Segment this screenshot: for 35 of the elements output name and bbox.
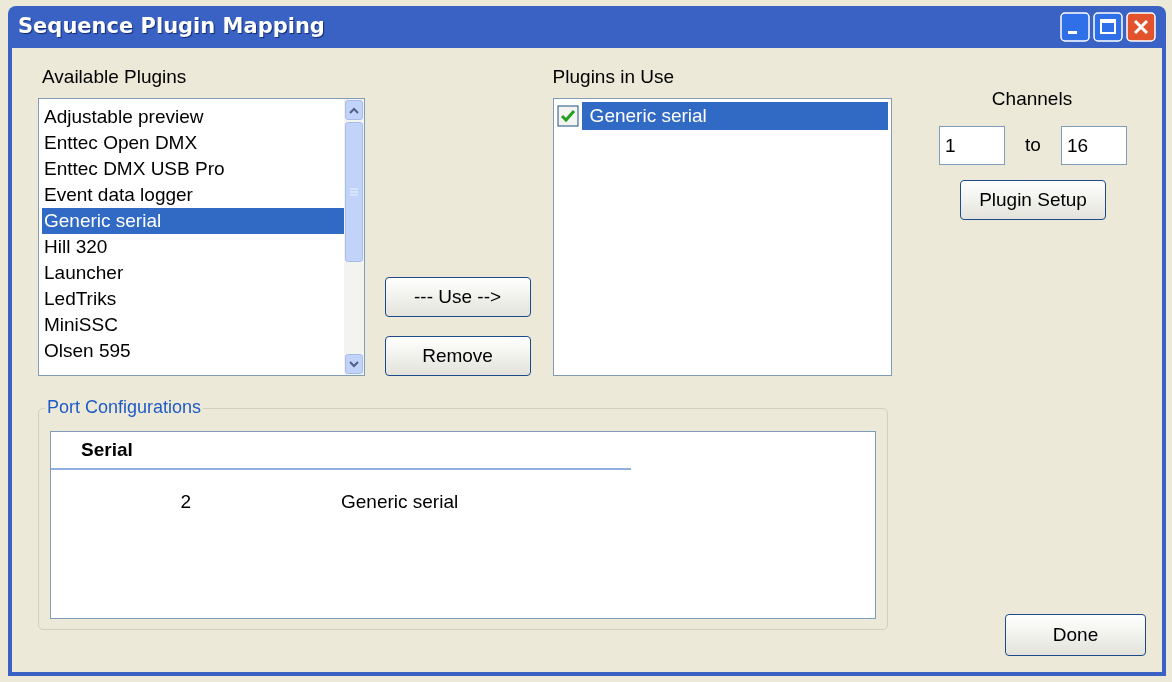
table-cell-text: 2 <box>179 489 192 514</box>
list-item[interactable]: Olsen 595 <box>42 338 344 364</box>
list-item[interactable]: MiniSSC <box>42 312 344 338</box>
list-item[interactable]: Launcher <box>42 260 344 286</box>
list-item[interactable]: Enttec Open DMX <box>42 130 344 156</box>
to-label: to <box>1025 133 1041 158</box>
list-item[interactable]: Event data logger <box>42 182 344 208</box>
table-cell-text: Generic serial <box>341 489 460 514</box>
done-button[interactable]: Done <box>1005 614 1146 656</box>
list-item[interactable]: Generic serial <box>42 208 344 234</box>
close-button[interactable] <box>1126 12 1156 42</box>
chevron-up-icon <box>348 106 359 114</box>
scroll-up-button[interactable] <box>344 100 363 120</box>
list-item[interactable]: LedTriks <box>42 286 344 312</box>
list-item[interactable]: Enttec DMX USB Pro <box>42 156 344 182</box>
chevron-down-icon <box>348 360 359 368</box>
list-item[interactable]: Generic serial <box>581 102 888 130</box>
scroll-thumb[interactable] <box>344 122 363 262</box>
maximize-button[interactable] <box>1093 12 1123 42</box>
scrollbar[interactable] <box>343 99 364 375</box>
list-item[interactable]: Adjustable preview <box>42 104 344 130</box>
minimize-button[interactable] <box>1060 12 1090 42</box>
list-label: Plugins in Use <box>552 66 676 88</box>
plugin-setup-button[interactable]: Plugin Setup <box>960 180 1106 220</box>
channel-from-field[interactable]: 1 <box>939 126 1006 165</box>
use-button[interactable]: --- Use --> <box>384 277 531 317</box>
column-header[interactable]: Serial <box>51 435 133 464</box>
channels-label: Channels <box>991 88 1073 110</box>
channel-to-field[interactable]: 16 <box>1060 126 1127 165</box>
scroll-down-button[interactable] <box>344 354 363 374</box>
list-item[interactable]: Hill 320 <box>42 234 344 260</box>
window-title: Sequence Plugin Mapping <box>18 13 325 41</box>
remove-button[interactable]: Remove <box>384 336 531 376</box>
checkbox[interactable] <box>556 105 579 127</box>
list-label: Available Plugins <box>42 66 188 88</box>
